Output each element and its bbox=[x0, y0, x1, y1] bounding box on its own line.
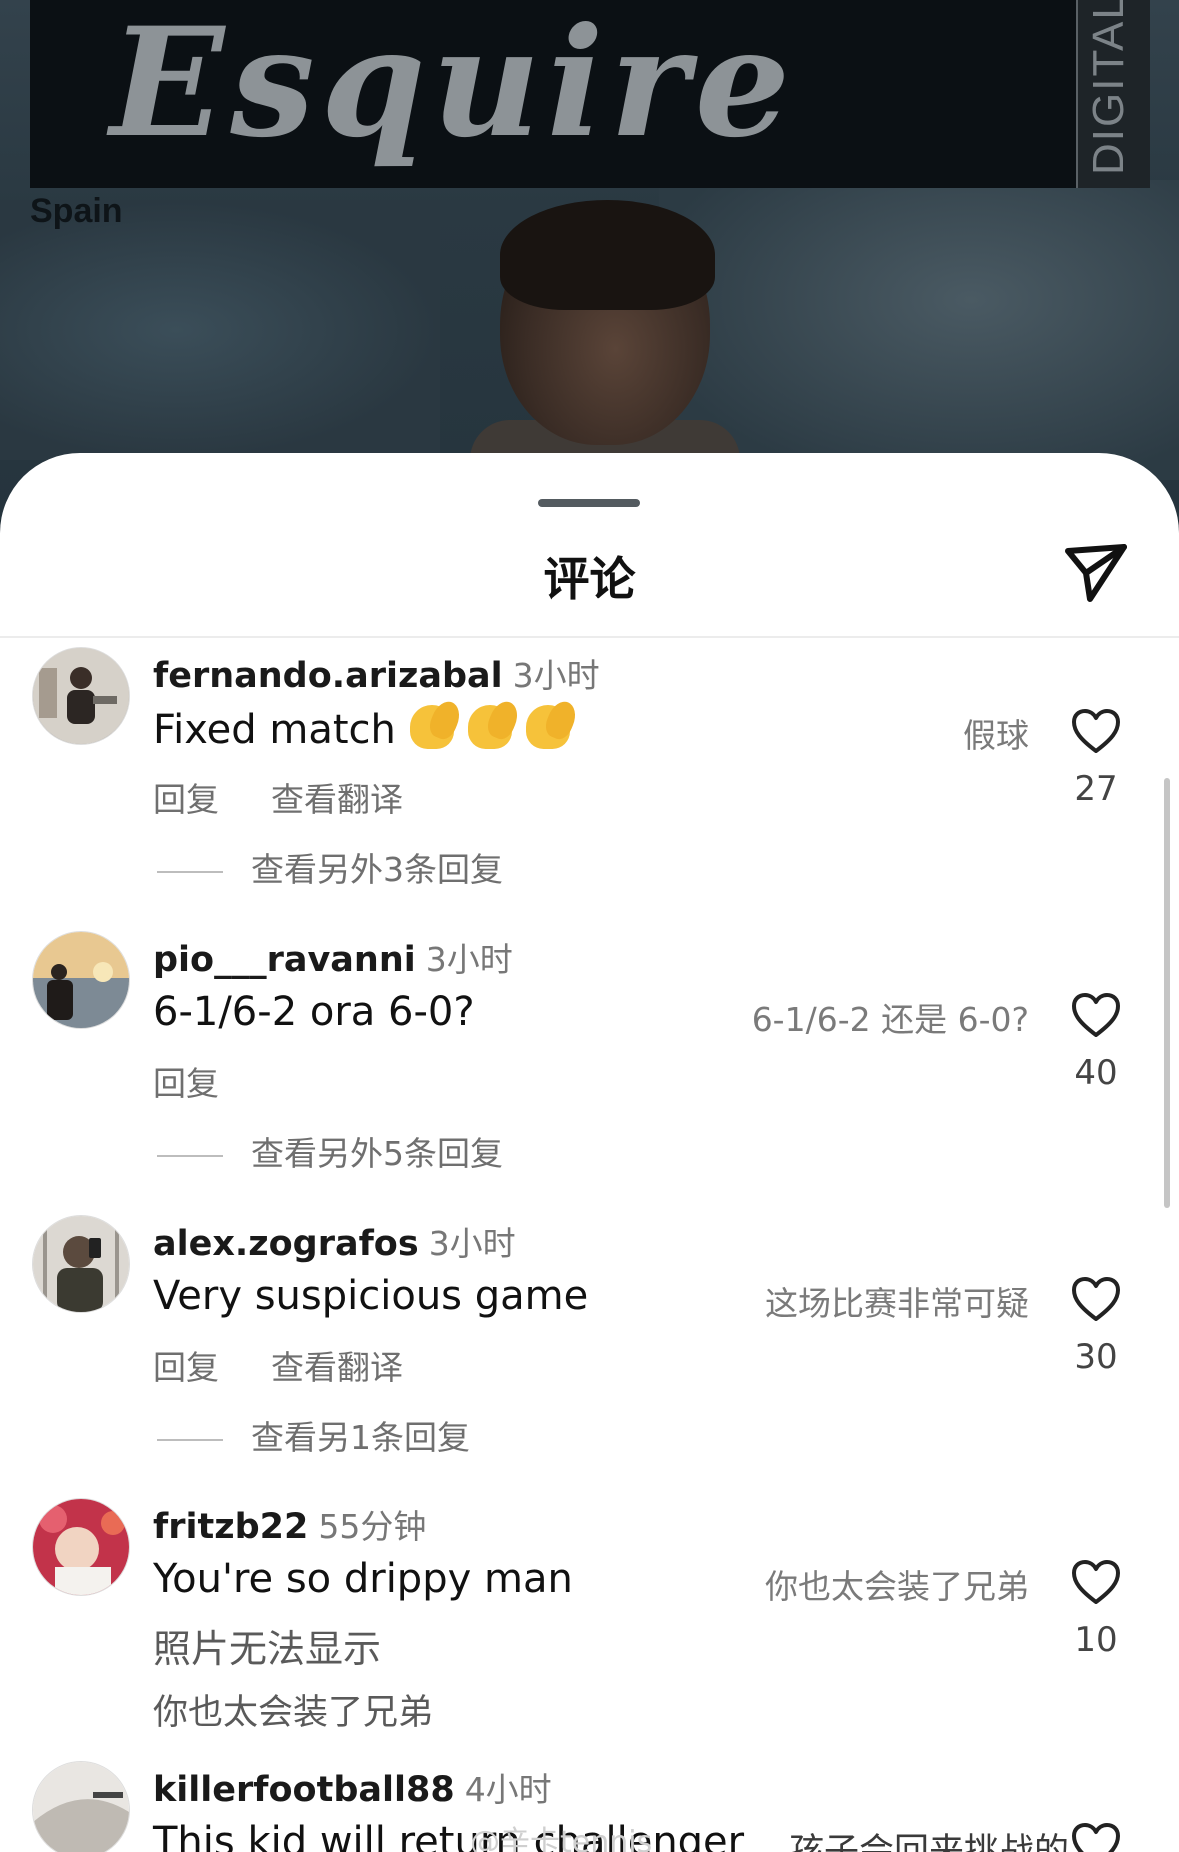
comment-item: fritzb22 55分钟 You're so drippy man 你也太会装了… bbox=[0, 1498, 1179, 1768]
comment-text: This kid will return challenger bbox=[153, 1819, 745, 1852]
comment-item: pio___ravanni 3小时 6-1/6-2 ora 6-0? 6-1/6-… bbox=[0, 931, 1179, 1191]
sheet-drag-handle[interactable] bbox=[538, 499, 640, 507]
clapping-hands-icon bbox=[525, 705, 570, 749]
comment-translation: 这场比赛非常可疑 bbox=[765, 1284, 1029, 1323]
username-text[interactable]: fritzb22 bbox=[153, 1507, 308, 1547]
sheet-title: 评论 bbox=[543, 552, 636, 606]
heart-icon[interactable] bbox=[1070, 1275, 1122, 1323]
comment-translation: 假球 bbox=[963, 716, 1029, 755]
comment-username[interactable]: alex.zografos 3小时 bbox=[153, 1217, 516, 1265]
comment-time: 3小时 bbox=[428, 1224, 516, 1263]
avatar[interactable] bbox=[32, 1498, 130, 1596]
replies-line bbox=[157, 1154, 223, 1157]
view-replies-button[interactable]: 查看另1条回复 bbox=[157, 1411, 470, 1459]
app-screen: Esquire DIGITAL Spain 评论 fernando.arizab… bbox=[0, 0, 1179, 1852]
comment-time: 3小时 bbox=[425, 940, 513, 979]
reply-button[interactable]: 回复 bbox=[153, 780, 219, 819]
cover-background-right bbox=[659, 180, 1179, 480]
comment-time: 4小时 bbox=[464, 1770, 552, 1809]
extra-translation: 你也太会装了兄弟 bbox=[153, 1693, 434, 1733]
magazine-masthead: Esquire DIGITAL bbox=[30, 0, 1150, 188]
comment-text: Fixed match bbox=[153, 705, 570, 753]
magazine-logo: Esquire bbox=[110, 0, 797, 171]
translate-button[interactable]: 查看翻译 bbox=[271, 1348, 403, 1387]
like-count: 10 bbox=[1074, 1620, 1118, 1660]
view-replies-button[interactable]: 查看另外3条回复 bbox=[157, 843, 503, 891]
avatar[interactable] bbox=[32, 647, 130, 745]
comment-actions: 回复 查看翻译 bbox=[153, 1341, 455, 1389]
watermark: @辛卡tennis bbox=[470, 1825, 653, 1852]
magazine-cover: Esquire DIGITAL Spain bbox=[0, 0, 1179, 520]
comment-time: 55分钟 bbox=[318, 1507, 427, 1546]
comment-item: alex.zografos 3小时 Very suspicious game 这场… bbox=[0, 1215, 1179, 1475]
replies-line bbox=[157, 1438, 223, 1441]
comment-translation: 你也太会装了兄弟 bbox=[765, 1567, 1029, 1606]
username-text[interactable]: fernando.arizabal bbox=[153, 656, 503, 696]
cover-person-hair bbox=[500, 200, 715, 310]
replies-line bbox=[157, 870, 223, 873]
reply-button[interactable]: 回复 bbox=[153, 1064, 219, 1103]
view-replies-label[interactable]: 查看另外5条回复 bbox=[251, 1134, 503, 1173]
comment-username[interactable]: killerfootball88 4小时 bbox=[153, 1763, 552, 1811]
heart-icon[interactable] bbox=[1070, 707, 1122, 755]
avatar[interactable] bbox=[32, 1215, 130, 1313]
comment-text: You're so drippy man bbox=[153, 1556, 573, 1602]
heart-icon[interactable] bbox=[1070, 1821, 1122, 1852]
header-divider bbox=[0, 636, 1179, 638]
avatar[interactable] bbox=[32, 931, 130, 1029]
edition-label: Spain bbox=[30, 192, 123, 230]
like-count: 40 bbox=[1074, 1053, 1118, 1093]
photo-unavailable-note: 照片无法显示 bbox=[153, 1627, 382, 1671]
view-replies-label[interactable]: 查看另外3条回复 bbox=[251, 850, 503, 889]
reply-button[interactable]: 回复 bbox=[153, 1348, 219, 1387]
comment-actions: 回复 查看翻译 bbox=[153, 773, 455, 821]
username-text[interactable]: alex.zografos bbox=[153, 1224, 419, 1264]
username-text[interactable]: killerfootball88 bbox=[153, 1770, 455, 1810]
view-replies-label[interactable]: 查看另1条回复 bbox=[251, 1418, 470, 1457]
comments-sheet: 评论 fernando.arizabal 3小时 Fixed match 假球 … bbox=[0, 453, 1179, 1852]
comment-translation: 6-1/6-2 还是 6-0? bbox=[751, 1000, 1029, 1039]
heart-icon[interactable] bbox=[1070, 1558, 1122, 1606]
comment-username[interactable]: pio___ravanni 3小时 bbox=[153, 933, 513, 981]
translate-button[interactable]: 查看翻译 bbox=[271, 780, 403, 819]
comment-translation: 孩子会回来挑战的 bbox=[788, 1832, 1069, 1852]
heart-icon[interactable] bbox=[1070, 991, 1122, 1039]
comment-text-content: Fixed match bbox=[153, 707, 396, 753]
like-count: 30 bbox=[1074, 1337, 1118, 1377]
clapping-hands-icon bbox=[409, 705, 454, 749]
comment-username[interactable]: fernando.arizabal 3小时 bbox=[153, 649, 600, 697]
like-count: 27 bbox=[1074, 769, 1118, 809]
digital-label: DIGITAL bbox=[1084, 0, 1133, 175]
comment-time: 3小时 bbox=[512, 656, 600, 695]
avatar[interactable] bbox=[32, 1761, 130, 1852]
digital-strip: DIGITAL bbox=[1076, 0, 1150, 188]
send-icon[interactable] bbox=[1060, 537, 1132, 609]
comment-username[interactable]: fritzb22 55分钟 bbox=[153, 1500, 426, 1548]
view-replies-button[interactable]: 查看另外5条回复 bbox=[157, 1127, 503, 1175]
comment-item: fernando.arizabal 3小时 Fixed match 假球 27 回… bbox=[0, 647, 1179, 907]
clapping-hands-icon bbox=[467, 705, 512, 749]
comment-actions: 回复 bbox=[153, 1057, 271, 1105]
comment-text: 6-1/6-2 ora 6-0? bbox=[153, 989, 475, 1035]
username-text[interactable]: pio___ravanni bbox=[153, 940, 416, 980]
comment-text: Very suspicious game bbox=[153, 1273, 589, 1319]
cover-background-left bbox=[0, 200, 440, 460]
